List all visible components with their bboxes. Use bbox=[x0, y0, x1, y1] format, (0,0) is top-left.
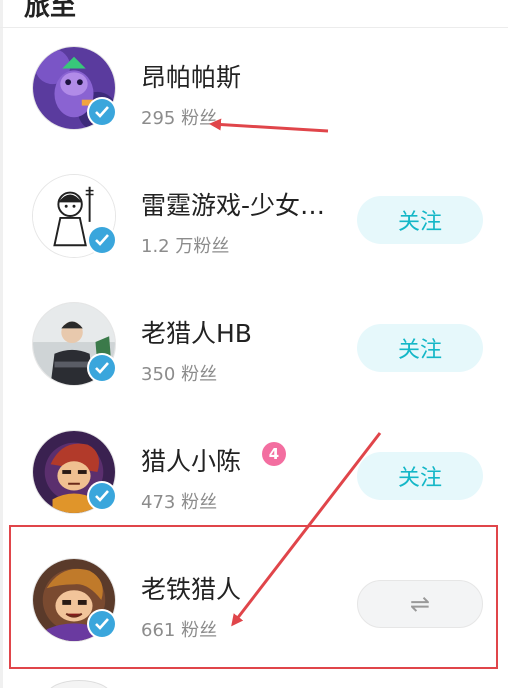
verified-badge-icon bbox=[87, 481, 117, 511]
verified-badge-icon bbox=[87, 353, 117, 383]
follow-button[interactable]: 关注 bbox=[357, 324, 483, 372]
verified-badge-icon bbox=[87, 225, 117, 255]
next-avatar-peek bbox=[46, 680, 112, 688]
user-name[interactable]: 猎人小陈 bbox=[141, 442, 241, 478]
fans-count: 1.2 万粉丝 bbox=[141, 236, 230, 257]
follow-list-page: 旅至 昂帕帕斯 295 粉丝 雷霆游戏-少女… 1.2 万粉丝 关注 老猎人HB… bbox=[0, 0, 508, 688]
verified-badge-icon bbox=[87, 97, 117, 127]
list-item[interactable]: 老猎人HB 350 粉丝 关注 bbox=[0, 283, 508, 411]
fans-count: 295 粉丝 bbox=[141, 108, 218, 129]
list-item[interactable]: 雷霆游戏-少女… 1.2 万粉丝 关注 bbox=[0, 155, 508, 283]
user-name[interactable]: 老猎人HB bbox=[141, 314, 252, 350]
page-title: 旅至 bbox=[24, 0, 77, 22]
follow-button[interactable]: 关注 bbox=[357, 196, 483, 244]
fans-count: 473 粉丝 bbox=[141, 492, 218, 513]
level-badge-icon: 4 bbox=[262, 442, 286, 466]
list-item[interactable]: 猎人小陈 4 473 粉丝 关注 bbox=[0, 411, 508, 539]
list-item[interactable]: 昂帕帕斯 295 粉丝 bbox=[0, 27, 508, 155]
fans-count: 350 粉丝 bbox=[141, 364, 218, 385]
follow-button[interactable]: 关注 bbox=[357, 452, 483, 500]
user-name[interactable]: 雷霆游戏-少女… bbox=[141, 186, 325, 222]
user-name[interactable]: 昂帕帕斯 bbox=[141, 58, 241, 94]
highlight-box bbox=[9, 525, 498, 669]
